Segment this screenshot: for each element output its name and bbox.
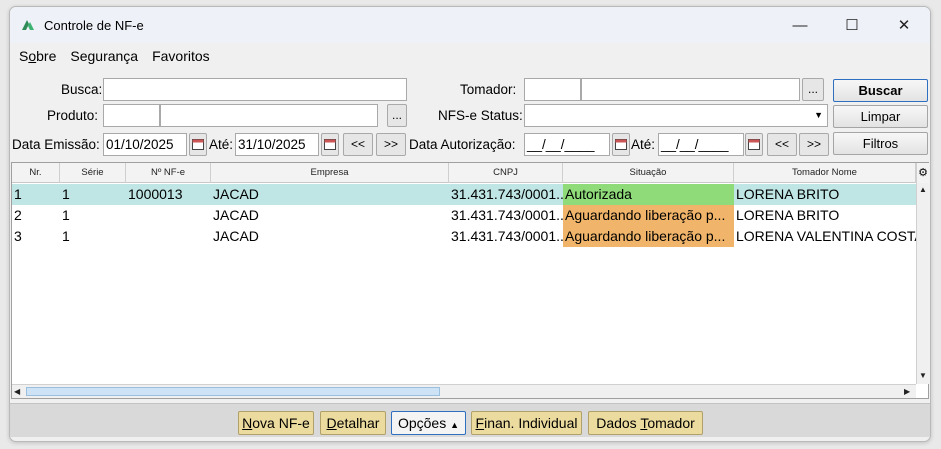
cell-empresa: JACAD bbox=[213, 228, 259, 244]
autorizacao-prev-button[interactable]: << bbox=[767, 133, 797, 156]
produto-code-input[interactable] bbox=[103, 104, 160, 127]
title-bar: Controle de NF-e — ☐ ✕ bbox=[10, 7, 930, 43]
autorizacao-ate-label: Até: bbox=[631, 137, 656, 152]
cell-tomador: LORENA BRITO bbox=[736, 207, 840, 223]
action-bar: Nova NF-e Detalhar Opções ▲ Finan. Indiv… bbox=[10, 403, 930, 437]
tomador-code-input[interactable] bbox=[524, 78, 581, 101]
cell-serie: 1 bbox=[62, 186, 70, 202]
opcoes-label: Opções bbox=[397, 415, 447, 431]
status-label: NFS-e Status: bbox=[438, 108, 523, 123]
caret-up-icon: ▲ bbox=[450, 420, 460, 430]
tomador-name-input[interactable] bbox=[581, 78, 800, 101]
col-serie[interactable]: Série bbox=[60, 163, 126, 183]
produto-lookup-button[interactable]: ... bbox=[387, 104, 407, 127]
autorizacao-from-input[interactable]: __/__/____ bbox=[524, 133, 610, 156]
maximize-button[interactable]: ☐ bbox=[826, 7, 878, 43]
cell-cnpj: 31.431.743/0001... bbox=[451, 186, 563, 202]
limpar-button[interactable]: Limpar bbox=[833, 105, 928, 128]
autorizacao-label: Data Autorização: bbox=[409, 137, 516, 152]
cell-situacao: Aguardando liberação p... bbox=[563, 205, 734, 226]
scroll-down-icon[interactable]: ▼ bbox=[919, 371, 927, 380]
menu-favoritos[interactable]: Favoritos bbox=[152, 48, 210, 64]
nfe-grid: Nr. Série Nº NF-e Empresa CNPJ Situação … bbox=[11, 162, 929, 399]
scroll-thumb[interactable] bbox=[26, 387, 440, 396]
scroll-left-icon[interactable]: ◀ bbox=[14, 387, 20, 396]
opcoes-button[interactable]: Opções ▲ bbox=[391, 411, 466, 435]
col-nfe[interactable]: Nº NF-e bbox=[126, 163, 211, 183]
autorizacao-to-input[interactable]: __/__/____ bbox=[658, 133, 744, 156]
dropdown-arrow-icon: ▼ bbox=[814, 110, 823, 120]
produto-label: Produto: bbox=[47, 108, 99, 123]
cell-situacao: Autorizada bbox=[563, 184, 734, 205]
calendar-icon bbox=[615, 139, 627, 150]
col-empresa[interactable]: Empresa bbox=[211, 163, 449, 183]
emissao-next-button[interactable]: >> bbox=[376, 133, 406, 156]
emissao-ate-label: Até: bbox=[209, 137, 234, 152]
autorizacao-from-calendar-button[interactable] bbox=[612, 133, 630, 156]
horizontal-scrollbar[interactable]: ◀ ▶ bbox=[12, 384, 916, 398]
table-row[interactable]: 1 1 1000013 JACAD 31.431.743/0001... Aut… bbox=[12, 184, 916, 205]
vertical-scrollbar[interactable]: ▲ ▼ bbox=[916, 183, 929, 384]
cell-cnpj: 31.431.743/0001... bbox=[451, 207, 563, 223]
menu-seguranca[interactable]: Segurança bbox=[70, 48, 138, 64]
tomador-label: Tomador: bbox=[460, 82, 517, 97]
table-row[interactable]: 2 1 JACAD 31.431.743/0001... Aguardando … bbox=[12, 205, 916, 226]
col-nr[interactable]: Nr. bbox=[12, 163, 60, 183]
cell-empresa: JACAD bbox=[213, 207, 259, 223]
buscar-button[interactable]: Buscar bbox=[833, 79, 928, 102]
detalhar-button[interactable]: Detalhar bbox=[320, 411, 386, 435]
cell-nr: 2 bbox=[14, 207, 22, 223]
emissao-label: Data Emissão: bbox=[12, 137, 100, 152]
dados-tomador-button[interactable]: Dados Tomador bbox=[588, 411, 703, 435]
finan-individual-button[interactable]: Finan. Individual bbox=[471, 411, 582, 435]
calendar-icon bbox=[192, 139, 204, 150]
emissao-from-input[interactable]: 01/10/2025 bbox=[103, 133, 187, 156]
cell-nfe: 1000013 bbox=[128, 186, 183, 202]
main-window: Controle de NF-e — ☐ ✕ Sobre Segurança F… bbox=[9, 6, 931, 442]
menu-sobre[interactable]: Sobre bbox=[19, 48, 56, 64]
cell-situacao: Aguardando liberação p... bbox=[563, 226, 734, 247]
scroll-right-icon[interactable]: ▶ bbox=[904, 387, 910, 396]
cell-tomador: LORENA BRITO bbox=[736, 186, 840, 202]
close-button[interactable]: ✕ bbox=[878, 7, 930, 43]
autorizacao-next-button[interactable]: >> bbox=[799, 133, 829, 156]
cell-cnpj: 31.431.743/0001... bbox=[451, 228, 563, 244]
scroll-up-icon[interactable]: ▲ bbox=[919, 185, 927, 194]
calendar-icon bbox=[324, 139, 336, 150]
emissao-prev-button[interactable]: << bbox=[343, 133, 373, 156]
col-cnpj[interactable]: CNPJ bbox=[449, 163, 563, 183]
produto-name-input[interactable] bbox=[160, 104, 378, 127]
nova-nfe-button[interactable]: Nova NF-e bbox=[238, 411, 314, 435]
cell-serie: 1 bbox=[62, 207, 70, 223]
cell-tomador: LORENA VALENTINA COSTA bbox=[736, 228, 916, 244]
emissao-from-calendar-button[interactable] bbox=[189, 133, 207, 156]
cell-nfe bbox=[126, 226, 211, 247]
filtros-button[interactable]: Filtros bbox=[833, 132, 928, 155]
col-tomador[interactable]: Tomador Nome bbox=[734, 163, 916, 183]
calendar-icon bbox=[748, 139, 760, 150]
busca-label: Busca: bbox=[61, 82, 103, 97]
gear-icon[interactable]: ⚙ bbox=[916, 163, 929, 183]
window-title: Controle de NF-e bbox=[44, 17, 144, 33]
cell-nr: 3 bbox=[14, 228, 22, 244]
emissao-to-calendar-button[interactable] bbox=[321, 133, 339, 156]
emissao-to-input[interactable]: 31/10/2025 bbox=[235, 133, 319, 156]
status-select[interactable]: ▼ bbox=[524, 104, 828, 127]
busca-input[interactable] bbox=[103, 78, 407, 101]
tomador-lookup-button[interactable]: ... bbox=[802, 78, 824, 101]
cell-empresa: JACAD bbox=[213, 186, 259, 202]
cell-serie: 1 bbox=[62, 228, 70, 244]
cell-nfe bbox=[126, 205, 211, 226]
menu-bar: Sobre Segurança Favoritos bbox=[10, 45, 224, 67]
cell-nr: 1 bbox=[14, 186, 22, 202]
minimize-button[interactable]: — bbox=[774, 7, 826, 43]
autorizacao-to-calendar-button[interactable] bbox=[745, 133, 763, 156]
app-logo-icon bbox=[21, 17, 37, 33]
table-row[interactable]: 3 1 JACAD 31.431.743/0001... Aguardando … bbox=[12, 226, 916, 247]
col-situacao[interactable]: Situação bbox=[563, 163, 734, 183]
grid-header: Nr. Série Nº NF-e Empresa CNPJ Situação … bbox=[12, 163, 916, 183]
